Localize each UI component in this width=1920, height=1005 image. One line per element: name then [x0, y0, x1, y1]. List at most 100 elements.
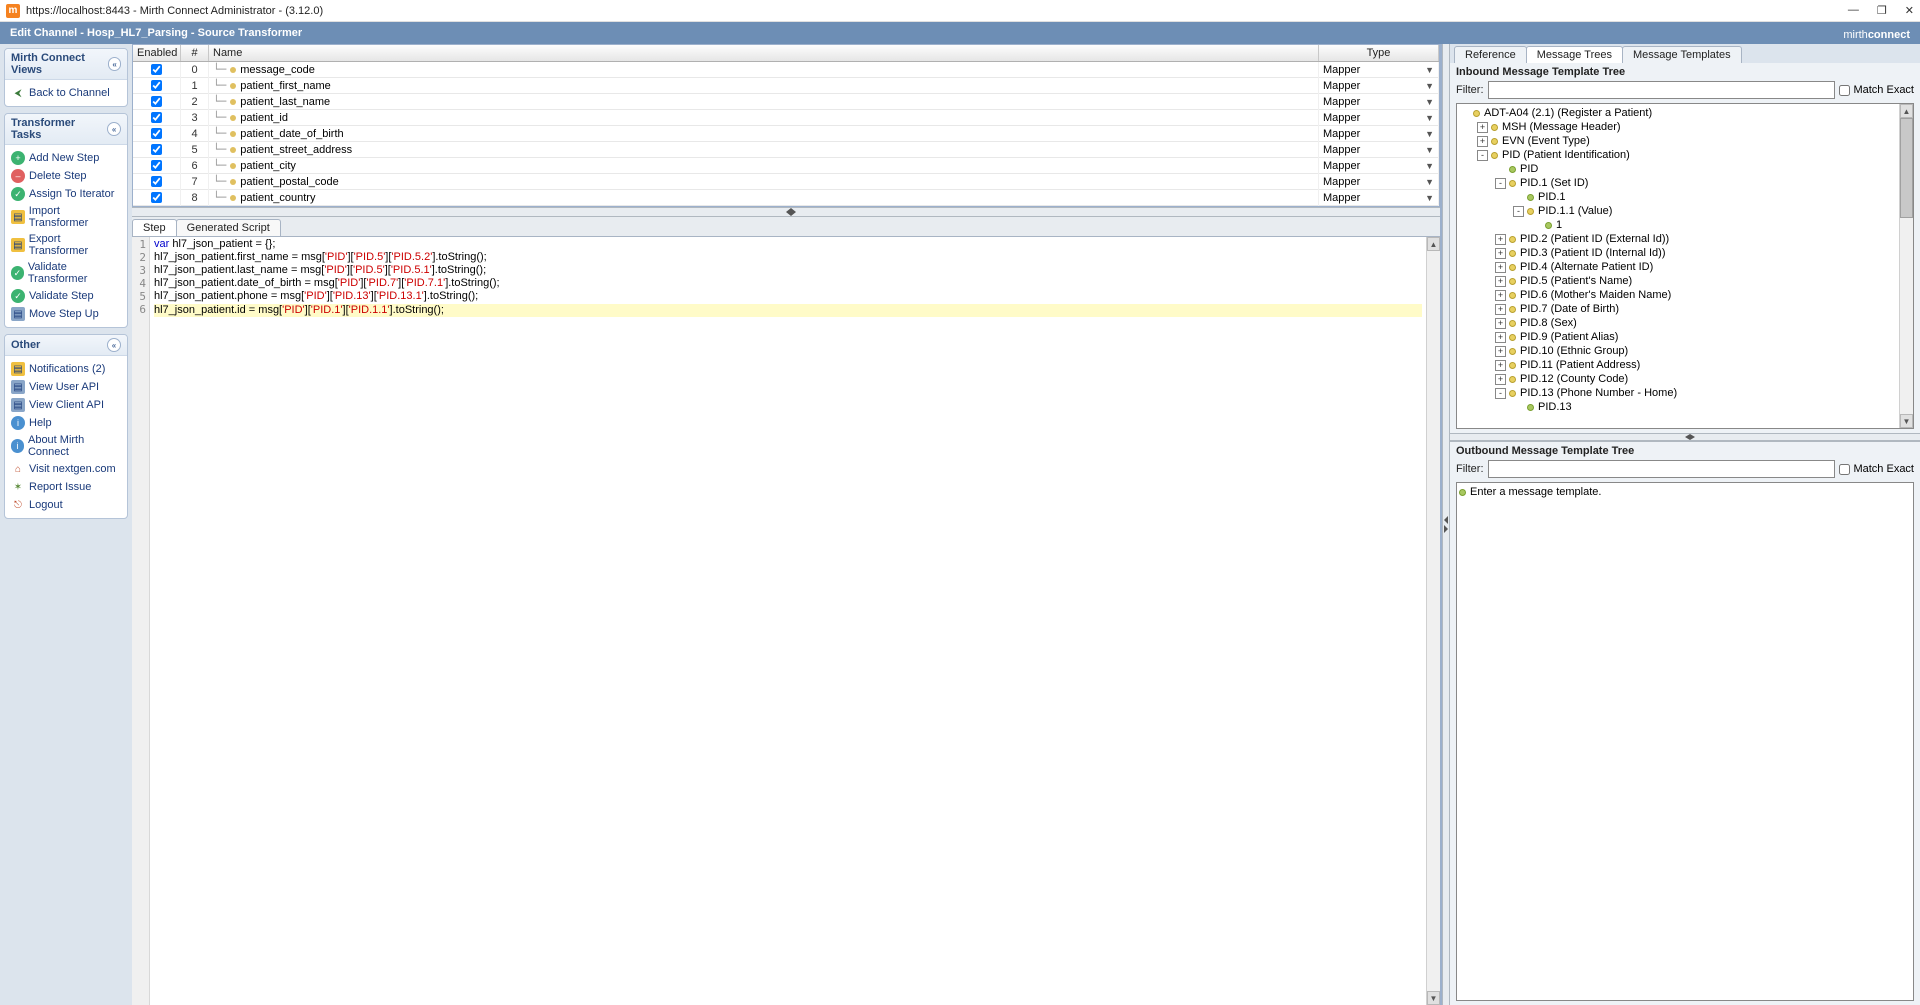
- collapse-icon[interactable]: -: [1513, 206, 1524, 217]
- vertical-splitter[interactable]: [1442, 44, 1450, 1005]
- col-header-type[interactable]: Type: [1319, 45, 1439, 61]
- step-row[interactable]: 4└─patient_date_of_birthMapper▼: [133, 126, 1439, 142]
- expand-icon[interactable]: +: [1495, 318, 1506, 329]
- sidebar-item[interactable]: ✓Validate Step: [7, 287, 125, 305]
- tree-node[interactable]: PID: [1459, 162, 1897, 176]
- sidebar-item[interactable]: –Delete Step: [7, 167, 125, 185]
- tree-scrollbar[interactable]: ▲ ▼: [1899, 104, 1913, 428]
- tab-message-templates[interactable]: Message Templates: [1622, 46, 1742, 63]
- tree-node[interactable]: -PID (Patient Identification): [1459, 148, 1897, 162]
- col-header-enabled[interactable]: Enabled: [133, 45, 181, 61]
- tree-node[interactable]: +PID.9 (Patient Alias): [1459, 330, 1897, 344]
- step-row[interactable]: 3└─patient_idMapper▼: [133, 110, 1439, 126]
- tree-node[interactable]: +PID.11 (Patient Address): [1459, 358, 1897, 372]
- sidebar-item[interactable]: ▤Move Step Up: [7, 305, 125, 323]
- tree-node[interactable]: +EVN (Event Type): [1459, 134, 1897, 148]
- step-type-dropdown[interactable]: Mapper▼: [1319, 62, 1439, 78]
- tab-step[interactable]: Step: [132, 219, 177, 236]
- scroll-up-icon[interactable]: ▲: [1900, 104, 1913, 118]
- expand-icon[interactable]: +: [1495, 332, 1506, 343]
- sidebar-item[interactable]: ⌂Visit nextgen.com: [7, 460, 125, 478]
- step-row[interactable]: 2└─patient_last_nameMapper▼: [133, 94, 1439, 110]
- sidebar-item[interactable]: iAbout Mirth Connect: [7, 432, 125, 460]
- col-header-name[interactable]: Name: [209, 45, 1319, 61]
- scroll-up-icon[interactable]: ▲: [1427, 237, 1440, 251]
- tree-node[interactable]: -PID.1 (Set ID): [1459, 176, 1897, 190]
- step-row[interactable]: 7└─patient_postal_codeMapper▼: [133, 174, 1439, 190]
- scroll-down-icon[interactable]: ▼: [1900, 414, 1913, 428]
- panel-header-tasks[interactable]: Transformer Tasks «: [5, 114, 127, 145]
- inbound-tree[interactable]: ADT-A04 (2.1) (Register a Patient)+MSH (…: [1456, 103, 1914, 429]
- collapse-icon[interactable]: -: [1477, 150, 1488, 161]
- tree-node[interactable]: ADT-A04 (2.1) (Register a Patient): [1459, 106, 1897, 120]
- expand-icon[interactable]: +: [1495, 304, 1506, 315]
- sidebar-item[interactable]: ✶Report Issue: [7, 478, 125, 496]
- tree-node[interactable]: PID.13: [1459, 400, 1897, 414]
- step-enabled-checkbox[interactable]: [151, 96, 162, 107]
- tree-node[interactable]: +PID.4 (Alternate Patient ID): [1459, 260, 1897, 274]
- step-row[interactable]: 0└─message_codeMapper▼: [133, 62, 1439, 78]
- step-type-dropdown[interactable]: Mapper▼: [1319, 142, 1439, 158]
- step-row[interactable]: 5└─patient_street_addressMapper▼: [133, 142, 1439, 158]
- tree-node[interactable]: +PID.5 (Patient's Name): [1459, 274, 1897, 288]
- tree-node[interactable]: 1: [1459, 218, 1897, 232]
- expand-icon[interactable]: +: [1477, 122, 1488, 133]
- step-enabled-checkbox[interactable]: [151, 128, 162, 139]
- step-enabled-checkbox[interactable]: [151, 64, 162, 75]
- step-type-dropdown[interactable]: Mapper▼: [1319, 126, 1439, 142]
- step-enabled-checkbox[interactable]: [151, 80, 162, 91]
- tree-node[interactable]: -PID.1.1 (Value): [1459, 204, 1897, 218]
- sidebar-item[interactable]: ✓Validate Transformer: [7, 259, 125, 287]
- sidebar-item[interactable]: ✓Assign To Iterator: [7, 185, 125, 203]
- scroll-down-icon[interactable]: ▼: [1427, 991, 1440, 1005]
- step-enabled-checkbox[interactable]: [151, 144, 162, 155]
- expand-icon[interactable]: +: [1495, 290, 1506, 301]
- step-type-dropdown[interactable]: Mapper▼: [1319, 78, 1439, 94]
- panel-header-views[interactable]: Mirth Connect Views «: [5, 49, 127, 80]
- expand-icon[interactable]: +: [1495, 262, 1506, 273]
- inbound-filter-input[interactable]: [1488, 81, 1836, 99]
- expand-icon[interactable]: +: [1495, 346, 1506, 357]
- col-header-num[interactable]: #: [181, 45, 209, 61]
- tree-node[interactable]: +PID.2 (Patient ID (External Id)): [1459, 232, 1897, 246]
- step-enabled-checkbox[interactable]: [151, 160, 162, 171]
- sidebar-item[interactable]: ▤Import Transformer: [7, 203, 125, 231]
- tree-node[interactable]: +PID.3 (Patient ID (Internal Id)): [1459, 246, 1897, 260]
- collapse-icon[interactable]: «: [108, 57, 121, 71]
- outbound-filter-input[interactable]: [1488, 460, 1836, 478]
- collapse-icon[interactable]: «: [107, 122, 121, 136]
- outbound-match-exact-checkbox[interactable]: [1839, 464, 1850, 475]
- tree-node[interactable]: +PID.6 (Mother's Maiden Name): [1459, 288, 1897, 302]
- collapse-icon[interactable]: «: [107, 338, 121, 352]
- tab-generated-script[interactable]: Generated Script: [176, 219, 281, 236]
- step-type-dropdown[interactable]: Mapper▼: [1319, 174, 1439, 190]
- expand-icon[interactable]: +: [1495, 374, 1506, 385]
- editor-scrollbar[interactable]: ▲ ▼: [1426, 237, 1440, 1005]
- code-area[interactable]: var hl7_json_patient = {};hl7_json_patie…: [150, 237, 1426, 1005]
- right-horizontal-splitter[interactable]: [1450, 433, 1920, 441]
- step-type-dropdown[interactable]: Mapper▼: [1319, 94, 1439, 110]
- sidebar-item[interactable]: ▤Export Transformer: [7, 231, 125, 259]
- maximize-button[interactable]: ❐: [1877, 4, 1887, 17]
- sidebar-item[interactable]: iHelp: [7, 414, 125, 432]
- step-row[interactable]: 1└─patient_first_nameMapper▼: [133, 78, 1439, 94]
- expand-icon[interactable]: +: [1495, 276, 1506, 287]
- sidebar-item[interactable]: ⎋Logout: [7, 496, 125, 514]
- step-enabled-checkbox[interactable]: [151, 112, 162, 123]
- collapse-icon[interactable]: -: [1495, 388, 1506, 399]
- step-row[interactable]: 8└─patient_countryMapper▼: [133, 190, 1439, 206]
- step-enabled-checkbox[interactable]: [151, 192, 162, 203]
- minimize-button[interactable]: —: [1848, 4, 1859, 17]
- code-editor[interactable]: 123456 var hl7_json_patient = {};hl7_jso…: [132, 236, 1440, 1005]
- sidebar-item[interactable]: ▤Notifications (2): [7, 360, 125, 378]
- panel-header-other[interactable]: Other «: [5, 335, 127, 356]
- tree-node[interactable]: +PID.8 (Sex): [1459, 316, 1897, 330]
- sidebar-item[interactable]: ▤View User API: [7, 378, 125, 396]
- step-type-dropdown[interactable]: Mapper▼: [1319, 190, 1439, 206]
- scroll-thumb[interactable]: [1900, 118, 1913, 218]
- tree-node[interactable]: +PID.12 (County Code): [1459, 372, 1897, 386]
- back-to-channel[interactable]: ⮜ Back to Channel: [7, 84, 125, 102]
- step-type-dropdown[interactable]: Mapper▼: [1319, 158, 1439, 174]
- step-type-dropdown[interactable]: Mapper▼: [1319, 110, 1439, 126]
- tab-reference[interactable]: Reference: [1454, 46, 1527, 63]
